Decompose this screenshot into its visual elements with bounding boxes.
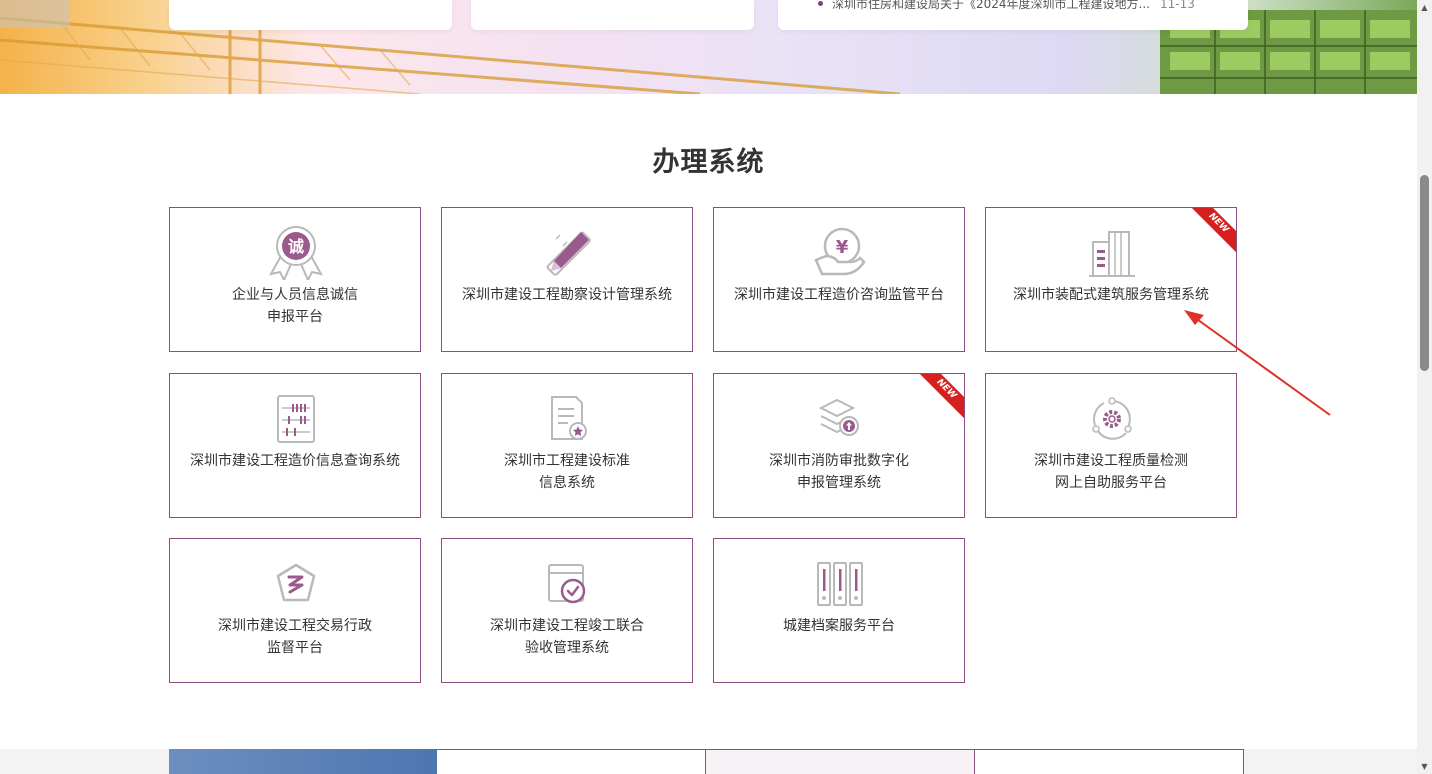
svg-text:¥: ¥ xyxy=(836,237,849,258)
system-card-fire-approval-line1: 深圳市消防审批数字化 xyxy=(769,453,909,469)
scroll-up-arrow-icon[interactable]: ▲ xyxy=(1417,0,1432,15)
bottom-tile-4[interactable] xyxy=(974,749,1244,774)
system-card-standards-line2: 信息系统 xyxy=(539,475,595,491)
system-card-survey-design-line1: 深圳市建设工程勘察设计管理系统 xyxy=(462,287,672,303)
bottom-tile-1[interactable] xyxy=(169,749,437,774)
system-card-archives-line1: 城建档案服务平台 xyxy=(783,618,895,634)
bottom-tile-3[interactable] xyxy=(705,749,974,774)
system-card-trade-supervision-line1: 深圳市建设工程交易行政 xyxy=(218,618,372,634)
system-card-completion-acceptance-line1: 深圳市建设工程竣工联合 xyxy=(490,618,644,634)
system-card-survey-design[interactable]: 深圳市建设工程勘察设计管理系统 xyxy=(441,207,693,352)
system-card-integrity[interactable]: 诚 企业与人员信息诚信 申报平台 xyxy=(169,207,421,352)
system-card-cost-consult[interactable]: ¥ 深圳市建设工程造价咨询监管平台 xyxy=(713,207,965,352)
scroll-thumb[interactable] xyxy=(1420,175,1429,371)
calendar-check-icon xyxy=(538,557,598,611)
system-card-trade-supervision[interactable]: 深圳市建设工程交易行政 监督平台 xyxy=(169,538,421,683)
new-badge: NEW xyxy=(1184,208,1236,258)
new-badge: NEW xyxy=(912,374,964,424)
vertical-scrollbar[interactable]: ▲ ▼ xyxy=(1417,0,1432,774)
document-star-icon xyxy=(538,392,598,446)
system-card-standards-line1: 深圳市工程建设标准 xyxy=(504,453,630,469)
abacus-icon xyxy=(266,392,326,446)
system-card-fire-approval-line2: 申报管理系统 xyxy=(797,475,881,491)
gear-cycle-icon xyxy=(1082,392,1142,446)
system-card-completion-acceptance-line2: 验收管理系统 xyxy=(525,640,609,656)
scroll-down-arrow-icon[interactable]: ▼ xyxy=(1417,759,1432,774)
bottom-tile-2[interactable] xyxy=(437,749,705,774)
system-card-cost-consult-line1: 深圳市建设工程造价咨询监管平台 xyxy=(734,287,944,303)
pencil-ruler-icon xyxy=(538,226,598,280)
archive-binders-icon xyxy=(810,557,870,611)
system-card-integrity-line1: 企业与人员信息诚信 xyxy=(232,287,358,303)
system-card-prefab-building-line1: 深圳市装配式建筑服务管理系统 xyxy=(1013,287,1209,303)
buildings-icon xyxy=(1082,226,1142,280)
layers-upload-icon xyxy=(810,392,870,446)
system-card-cost-info[interactable]: 深圳市建设工程造价信息查询系统 xyxy=(169,373,421,518)
system-card-standards[interactable]: 深圳市工程建设标准 信息系统 xyxy=(441,373,693,518)
system-card-completion-acceptance[interactable]: 深圳市建设工程竣工联合 验收管理系统 xyxy=(441,538,693,683)
yuan-hand-icon: ¥ xyxy=(810,226,870,280)
system-card-integrity-line2: 申报平台 xyxy=(267,309,323,325)
system-card-quality-test-line1: 深圳市建设工程质量检测 xyxy=(1034,453,1188,469)
svg-text:诚: 诚 xyxy=(288,237,304,256)
system-card-cost-info-line1: 深圳市建设工程造价信息查询系统 xyxy=(190,453,400,469)
system-card-archives[interactable]: 城建档案服务平台 xyxy=(713,538,965,683)
system-card-quality-test-line2: 网上自助服务平台 xyxy=(1055,475,1167,491)
system-card-fire-approval[interactable]: NEW 深圳市消防审批数字化 申报管理系统 xyxy=(713,373,965,518)
annotation-arrow-icon xyxy=(1184,310,1331,416)
integrity-medal-icon: 诚 xyxy=(266,226,326,280)
pentagon-shield-icon xyxy=(266,557,326,611)
system-card-trade-supervision-line2: 监督平台 xyxy=(267,640,323,656)
